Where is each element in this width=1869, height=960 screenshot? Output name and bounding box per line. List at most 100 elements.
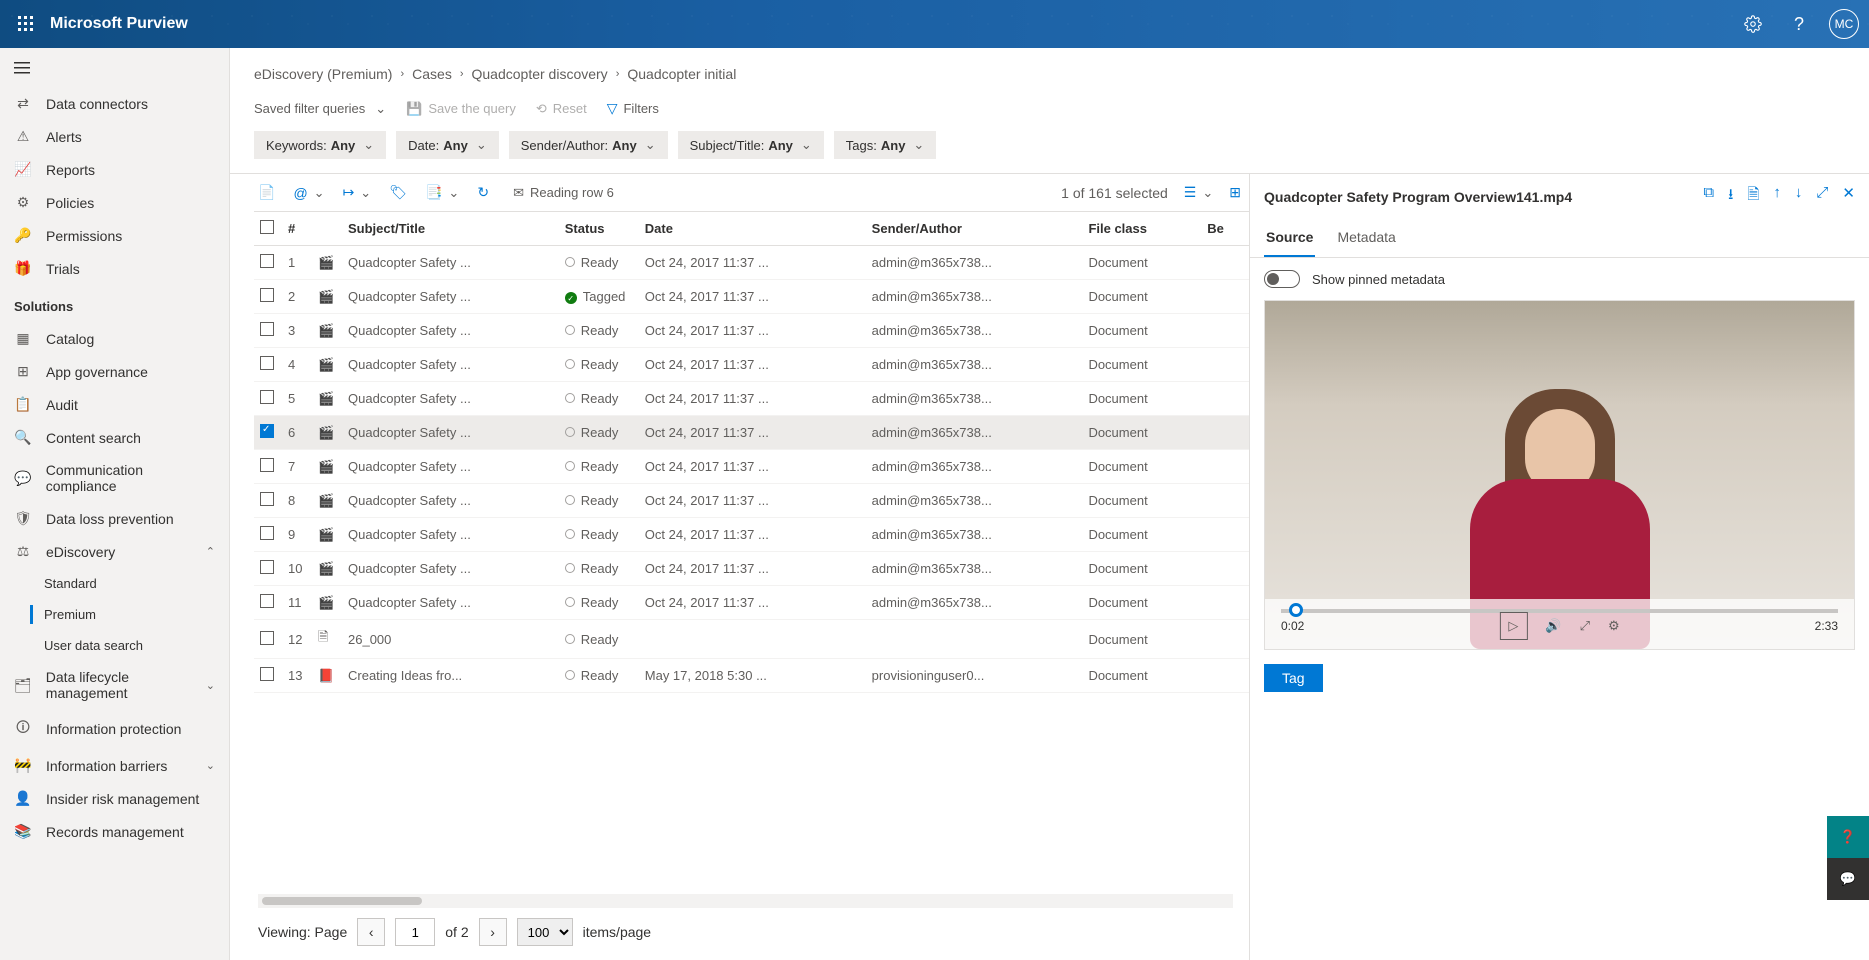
close-icon[interactable]: ✕ [1842,184,1855,209]
horizontal-scrollbar[interactable] [258,894,1233,908]
row-checkbox[interactable] [260,288,274,302]
sidebar-item-content-search[interactable]: 🔍Content search [0,421,229,454]
table-row[interactable]: 11 🎬 Quadcopter Safety ... Ready Oct 24,… [254,586,1249,620]
help-icon[interactable]: ? [1783,8,1815,40]
sidebar-item-communication-compliance[interactable]: 💬Communication compliance [0,454,229,502]
column-header[interactable] [312,212,342,246]
filter-pill[interactable]: Sender/Author: Any [509,131,668,159]
select-all-checkbox[interactable] [260,220,274,234]
video-player[interactable]: 0:02 ▷ 🔊 ⤢ ⚙ 2:33 [1264,300,1855,650]
filter-pill[interactable]: Date: Any [396,131,499,159]
sidebar-item-records-management[interactable]: 📚Records management [0,815,229,848]
help-widget-button[interactable]: ❓ [1827,816,1869,858]
show-pinned-metadata-toggle[interactable] [1264,270,1300,288]
sidebar-item-catalog[interactable]: ▦Catalog [0,322,229,355]
video-settings-icon[interactable]: ⚙ [1608,618,1620,634]
table-row[interactable]: 4 🎬 Quadcopter Safety ... Ready Oct 24, … [254,348,1249,382]
prev-page-button[interactable]: ‹ [357,918,385,946]
table-row[interactable]: 10 🎬 Quadcopter Safety ... Ready Oct 24,… [254,552,1249,586]
app-launcher-icon[interactable] [10,8,42,40]
sidebar-item-trials[interactable]: 🎁Trials [0,252,229,285]
sidebar-item-policies[interactable]: ⚙Policies [0,186,229,219]
table-row[interactable]: 12 🗎 26_000 Ready Document [254,620,1249,659]
sidebar-item-information-barriers[interactable]: 🚧Information barriers⌄ [0,749,229,782]
sidebar-item-reports[interactable]: 📈Reports [0,153,229,186]
row-checkbox[interactable] [260,424,274,438]
column-header[interactable]: File class [1082,212,1201,246]
sidebar-item-ediscovery[interactable]: ⚖ eDiscovery ⌃ [0,535,229,568]
table-row[interactable]: 9 🎬 Quadcopter Safety ... Ready Oct 24, … [254,518,1249,552]
document-icon[interactable]: 🗎 [1747,184,1759,209]
popout-icon[interactable]: ⧉ [1703,184,1714,209]
sidebar-item-data-loss-prevention[interactable]: 🛡Data loss prevention [0,502,229,535]
table-row[interactable]: 6 🎬 Quadcopter Safety ... Ready Oct 24, … [254,416,1249,450]
row-checkbox[interactable] [260,667,274,681]
page-input[interactable] [395,918,435,946]
column-header[interactable]: Subject/Title [342,212,559,246]
row-checkbox[interactable] [260,458,274,472]
move-icon[interactable]: ↦ [343,184,372,201]
tab-source[interactable]: Source [1264,219,1315,257]
down-arrow-icon[interactable]: ↓ [1795,184,1803,209]
tag-icon[interactable]: 🏷 [389,184,407,201]
table-row[interactable]: 3 🎬 Quadcopter Safety ... Ready Oct 24, … [254,314,1249,348]
at-icon[interactable]: @ [293,184,324,201]
breadcrumb-item[interactable]: eDiscovery (Premium) [254,66,392,82]
tag-button[interactable]: Tag [1264,664,1323,692]
row-checkbox[interactable] [260,631,274,645]
column-header[interactable]: Status [559,212,639,246]
column-header[interactable]: Be [1201,212,1249,246]
play-button[interactable]: ▷ [1499,612,1527,640]
list-view-icon[interactable]: ☰ [1184,184,1213,201]
sidebar-item-standard[interactable]: Standard [0,568,229,599]
download-icon[interactable]: ⭳ [1728,184,1733,209]
sidebar-item-premium[interactable]: Premium [0,599,229,630]
up-arrow-icon[interactable]: ↑ [1773,184,1781,209]
filter-pill[interactable]: Keywords: Any [254,131,386,159]
row-checkbox[interactable] [260,560,274,574]
table-row[interactable]: 7 🎬 Quadcopter Safety ... Ready Oct 24, … [254,450,1249,484]
table-row[interactable]: 13 📕 Creating Ideas fro... Ready May 17,… [254,659,1249,693]
breadcrumb-item[interactable]: Quadcopter discovery [472,66,608,82]
row-checkbox[interactable] [260,594,274,608]
row-checkbox[interactable] [260,492,274,506]
table-row[interactable]: 1 🎬 Quadcopter Safety ... Ready Oct 24, … [254,246,1249,280]
feedback-widget-button[interactable]: 💬 [1827,858,1869,900]
filter-pill[interactable]: Tags: Any [834,131,937,159]
reset-button[interactable]: ⟲ Reset [536,101,587,117]
row-checkbox[interactable] [260,356,274,370]
sidebar-item-audit[interactable]: 📋Audit [0,388,229,421]
sidebar-item-permissions[interactable]: 🔑Permissions [0,219,229,252]
hamburger-icon[interactable] [0,56,229,87]
new-doc-icon[interactable]: 📑 [425,184,459,201]
fullscreen-icon[interactable]: ⤢ [1580,618,1590,634]
row-checkbox[interactable] [260,526,274,540]
sidebar-item-insider-risk-management[interactable]: 👤Insider risk management [0,782,229,815]
sidebar-item-user-data-search[interactable]: User data search [0,630,229,661]
refresh-icon[interactable]: ↻ [477,184,489,201]
tab-metadata[interactable]: Metadata [1335,219,1397,257]
row-checkbox[interactable] [260,390,274,404]
save-query-button[interactable]: 💾 Save the query [406,101,516,117]
expand-icon[interactable]: ⤢ [1816,184,1828,209]
saved-filter-queries-dropdown[interactable]: Saved filter queries [254,101,386,117]
table-row[interactable]: 2 🎬 Quadcopter Safety ... Tagged Oct 24,… [254,280,1249,314]
row-checkbox[interactable] [260,254,274,268]
sidebar-item-app-governance[interactable]: ⊞App governance [0,355,229,388]
filter-pill[interactable]: Subject/Title: Any [678,131,824,159]
per-page-select[interactable]: 100 [517,918,573,946]
user-avatar[interactable]: MC [1829,9,1859,39]
table-row[interactable]: 8 🎬 Quadcopter Safety ... Ready Oct 24, … [254,484,1249,518]
column-header[interactable]: # [282,212,312,246]
sidebar-item-data-connectors[interactable]: ⇄Data connectors [0,87,229,120]
column-header[interactable]: Sender/Author [866,212,1083,246]
volume-icon[interactable]: 🔊 [1545,618,1561,634]
new-item-icon[interactable]: 📄 [258,184,275,201]
breadcrumb-item[interactable]: Quadcopter initial [627,66,736,82]
next-page-button[interactable]: › [479,918,507,946]
table-row[interactable]: 5 🎬 Quadcopter Safety ... Ready Oct 24, … [254,382,1249,416]
column-options-icon[interactable]: ⊞ [1229,184,1241,201]
row-checkbox[interactable] [260,322,274,336]
sidebar-item-information-protection[interactable]: 🛈Information protection [0,709,229,749]
breadcrumb-item[interactable]: Cases [412,66,452,82]
